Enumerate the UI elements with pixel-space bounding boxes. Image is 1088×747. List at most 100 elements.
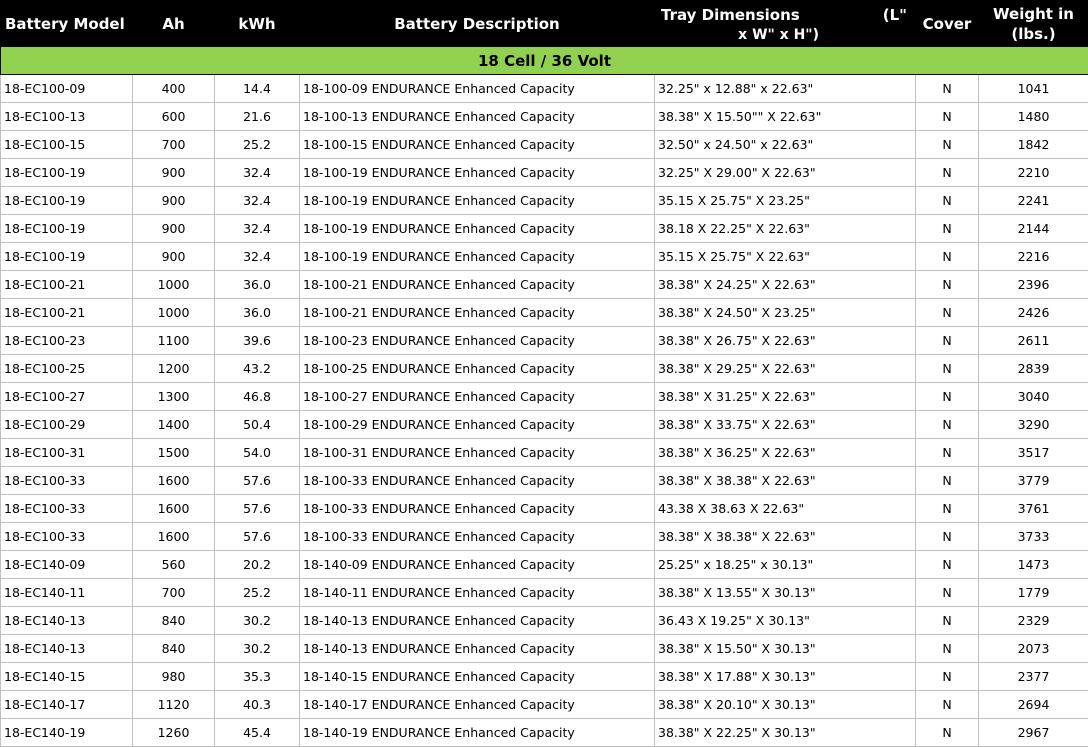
cell-kwh: 54.0 [214,438,300,467]
cell-ah: 1100 [132,326,215,355]
cell-weight: 1480 [978,102,1088,131]
cell-battery-model: 18-EC140-19 [0,718,133,747]
cell-battery-model: 18-EC100-33 [0,494,133,523]
cell-tray-dimensions: 38.38" X 20.10" X 30.13" [654,690,916,719]
cell-battery-model: 18-EC100-15 [0,130,133,159]
cell-weight: 2216 [978,242,1088,271]
cell-ah: 900 [132,242,215,271]
cell-battery-description: 18-140-19 ENDURANCE Enhanced Capacity [299,718,655,747]
cell-cover: N [915,662,979,691]
cell-cover: N [915,466,979,495]
cell-kwh: 39.6 [214,326,300,355]
cell-weight: 1779 [978,578,1088,607]
cell-kwh: 14.4 [214,74,300,103]
cell-tray-dimensions: 32.50" x 24.50" x 22.63" [654,130,916,159]
cell-weight: 3040 [978,382,1088,411]
cell-cover: N [915,214,979,243]
cell-tray-dimensions: 35.15 X 25.75" X 23.25" [654,186,916,215]
cell-battery-model: 18-EC100-09 [0,74,133,103]
cell-battery-model: 18-EC100-19 [0,186,133,215]
cell-kwh: 40.3 [214,690,300,719]
header-tray-sub: x W" x H") [738,27,819,43]
cell-cover: N [915,74,979,103]
table-row: 18-EC100-19 900 32.4 18-100-19 ENDURANCE En… [0,186,1088,215]
cell-weight: 2426 [978,298,1088,327]
cell-cover: N [915,186,979,215]
cell-battery-description: 18-100-21 ENDURANCE Enhanced Capacity [299,270,655,299]
cell-battery-model: 18-EC140-13 [0,606,133,635]
cell-battery-description: 18-100-19 ENDURANCE Enhanced Capacity [299,214,655,243]
cell-cover: N [915,606,979,635]
cell-cover: N [915,382,979,411]
cell-tray-dimensions: 35.15 X 25.75" X 22.63" [654,242,916,271]
cell-cover: N [915,102,979,131]
cell-ah: 1260 [132,718,215,747]
table-row: 18-EC100-19 900 32.4 18-100-19 ENDURANCE En… [0,242,1088,271]
cell-kwh: 30.2 [214,606,300,635]
header-cover: Cover [915,0,979,47]
cell-kwh: 32.4 [214,158,300,187]
table-row: 18-EC100-19 900 32.4 18-100-19 ENDURANCE En… [0,158,1088,187]
cell-weight: 2210 [978,158,1088,187]
table-row: 18-EC100-21 1000 36.0 18-100-21 ENDURANCE E… [0,298,1088,327]
cell-cover: N [915,522,979,551]
cell-tray-dimensions: 38.38" X 15.50"" X 22.63" [654,102,916,131]
cell-weight: 1041 [978,74,1088,103]
cell-cover: N [915,270,979,299]
cell-ah: 1120 [132,690,215,719]
cell-tray-dimensions: 38.38" X 33.75" X 22.63" [654,410,916,439]
cell-battery-model: 18-EC140-09 [0,550,133,579]
table-row: 18-EC140-19 1260 45.4 18-140-19 ENDURANCE E… [0,718,1088,747]
cell-cover: N [915,438,979,467]
cell-cover: N [915,298,979,327]
cell-cover: N [915,494,979,523]
cell-cover: N [915,718,979,747]
cell-battery-description: 18-140-09 ENDURANCE Enhanced Capacity [299,550,655,579]
cell-cover: N [915,354,979,383]
cell-tray-dimensions: 38.38" X 26.75" X 22.63" [654,326,916,355]
cell-battery-model: 18-EC100-21 [0,298,133,327]
cell-battery-description: 18-100-29 ENDURANCE Enhanced Capacity [299,410,655,439]
table-row: 18-EC100-29 1400 50.4 18-100-29 ENDURANCE E… [0,410,1088,439]
cell-tray-dimensions: 38.38" X 36.25" X 22.63" [654,438,916,467]
cell-tray-dimensions: 38.38" X 24.25" X 22.63" [654,270,916,299]
cell-ah: 400 [132,74,215,103]
cell-ah: 1600 [132,522,215,551]
cell-battery-model: 18-EC100-29 [0,410,133,439]
cell-cover: N [915,158,979,187]
cell-weight: 3779 [978,466,1088,495]
cell-weight: 3733 [978,522,1088,551]
cell-ah: 600 [132,102,215,131]
cell-weight: 1473 [978,550,1088,579]
cell-tray-dimensions: 38.38" X 22.25" X 30.13" [654,718,916,747]
cell-battery-model: 18-EC100-19 [0,158,133,187]
table-row: 18-EC140-09 560 20.2 18-140-09 ENDURANCE En… [0,550,1088,579]
cell-battery-description: 18-100-33 ENDURANCE Enhanced Capacity [299,466,655,495]
table-row: 18-EC100-27 1300 46.8 18-100-27 ENDURANCE E… [0,382,1088,411]
cell-kwh: 36.0 [214,270,300,299]
cell-battery-description: 18-100-25 ENDURANCE Enhanced Capacity [299,354,655,383]
battery-spec-table: Battery Model Ah kWh Battery Description… [0,0,1088,747]
cell-battery-description: 18-140-17 ENDURANCE Enhanced Capacity [299,690,655,719]
cell-battery-model: 18-EC140-15 [0,662,133,691]
cell-weight: 2241 [978,186,1088,215]
cell-ah: 700 [132,578,215,607]
header-tray-dimensions: Tray Dimensions (L" x W" x H") [654,0,916,47]
cell-battery-description: 18-140-13 ENDURANCE Enhanced Capacity [299,634,655,663]
cell-battery-model: 18-EC100-31 [0,438,133,467]
cell-tray-dimensions: 32.25" x 12.88" x 22.63" [654,74,916,103]
cell-cover: N [915,634,979,663]
table-row: 18-EC100-19 900 32.4 18-100-19 ENDURANCE En… [0,214,1088,243]
cell-tray-dimensions: 38.38" X 38.38" X 22.63" [654,466,916,495]
header-battery-model: Battery Model [0,0,133,47]
cell-weight: 2396 [978,270,1088,299]
cell-tray-dimensions: 38.18 X 22.25" X 22.63" [654,214,916,243]
cell-ah: 560 [132,550,215,579]
cell-battery-model: 18-EC100-25 [0,354,133,383]
cell-ah: 1300 [132,382,215,411]
cell-kwh: 32.4 [214,186,300,215]
cell-tray-dimensions: 32.25" X 29.00" X 22.63" [654,158,916,187]
cell-ah: 700 [132,130,215,159]
cell-ah: 900 [132,158,215,187]
cell-ah: 1200 [132,354,215,383]
